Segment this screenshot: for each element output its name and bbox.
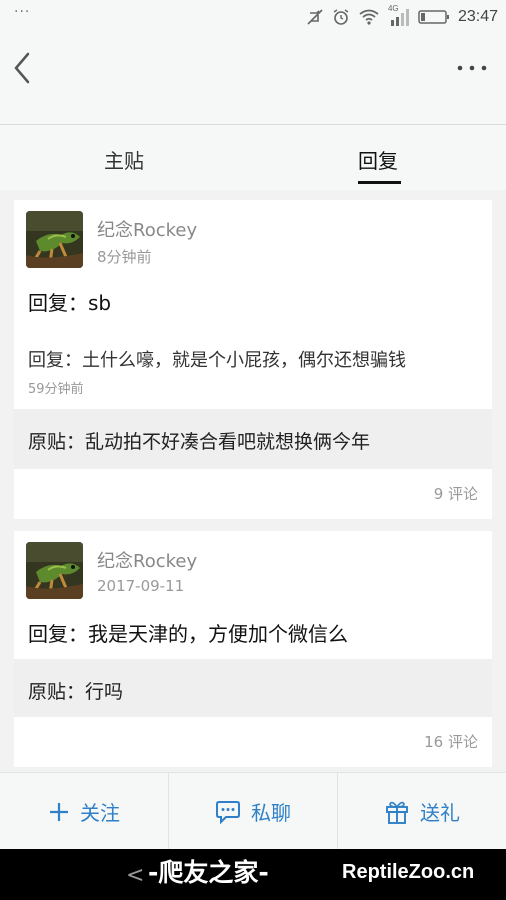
card-footer: 9 评论 <box>14 469 492 519</box>
username[interactable]: 纪念Rockey <box>97 547 197 573</box>
avatar[interactable] <box>26 211 83 268</box>
avatar[interactable] <box>26 542 83 599</box>
original-post-excerpt[interactable]: 原贴：乱动拍不好凑合看吧就想换俩今年 <box>14 409 492 469</box>
signal-icon: 4G <box>388 4 410 27</box>
comment-count[interactable]: 9 评论 <box>434 483 478 504</box>
quoted-reply: 回复：土什么嚎，就是个小屁孩，偶尔还想骗钱 <box>28 350 406 371</box>
tab-bar: 主贴 回复 <box>0 125 506 190</box>
quoted-reply-time: 59分钟前 <box>28 382 84 397</box>
follow-label: 关注 <box>80 801 120 825</box>
gift-label: 送礼 <box>420 801 460 825</box>
post-time: 8分钟前 <box>97 248 152 266</box>
message-label: 私聊 <box>251 801 291 825</box>
post-time: 2017-09-11 <box>97 577 185 595</box>
private-message-button[interactable]: 私聊 <box>169 773 337 850</box>
plus-icon <box>50 802 68 821</box>
reply-content: 回复：我是天津的，方便加个微信么 <box>28 622 348 646</box>
reply-card[interactable]: 纪念Rockey 2017-09-11 回复：我是天津的，方便加个微信么 <box>14 531 492 659</box>
reply-content: 回复：sb <box>28 291 112 315</box>
bottom-action-bar: 关注 私聊 送礼 <box>0 772 506 850</box>
status-bar: ··· 4G 23:47 <box>0 0 506 34</box>
original-post-excerpt[interactable]: 原贴：行吗 <box>14 659 492 717</box>
status-icons: 4G 23:47 <box>306 4 498 28</box>
gift-icon <box>386 801 408 824</box>
username[interactable]: 纪念Rockey <box>97 216 197 242</box>
comment-count[interactable]: 16 评论 <box>424 731 478 752</box>
tab-replies[interactable]: 回复 <box>358 145 398 174</box>
reply-card[interactable]: 纪念Rockey 8分钟前 回复：sb 回复：土什么嚎，就是个小屁孩，偶尔还想骗… <box>14 200 492 409</box>
notification-dots: ··· <box>14 4 31 20</box>
system-back-icon[interactable]: < <box>126 863 144 888</box>
tab-main-post[interactable]: 主贴 <box>104 145 144 174</box>
chat-bubble-icon <box>216 800 240 824</box>
send-gift-button[interactable]: 送礼 <box>338 773 506 850</box>
system-navigation-bar: < -爬友之家- ReptileZoo.cn <box>0 849 506 900</box>
follow-button[interactable]: 关注 <box>0 773 168 850</box>
lizard-avatar-icon <box>26 542 83 599</box>
card-footer: 16 评论 <box>14 717 492 767</box>
more-dots-icon <box>457 65 487 71</box>
active-tab-indicator <box>358 181 401 184</box>
battery-icon <box>418 10 449 24</box>
clock: 23:47 <box>457 8 498 25</box>
chevron-left-icon <box>14 52 30 84</box>
navigation-bar <box>0 34 506 124</box>
back-button[interactable] <box>8 48 40 88</box>
original-post-text: 原贴：行吗 <box>28 681 124 703</box>
lizard-avatar-icon <box>26 211 83 268</box>
vibrate-off-icon <box>307 9 323 25</box>
wifi-icon <box>359 9 379 25</box>
watermark-url: ReptileZoo.cn <box>342 861 475 883</box>
more-options-button[interactable] <box>454 56 490 80</box>
watermark-logo: -爬友之家- <box>148 858 269 887</box>
original-post-text: 原贴：乱动拍不好凑合看吧就想换俩今年 <box>28 431 371 453</box>
alarm-icon <box>333 9 349 25</box>
